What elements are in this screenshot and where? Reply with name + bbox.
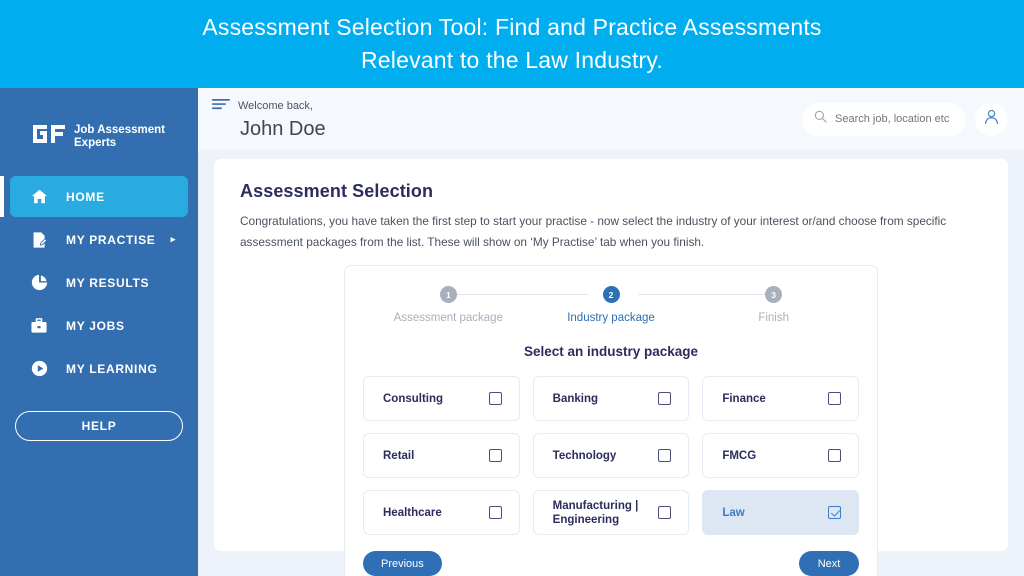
sidebar-nav: HOME MY PRACTISE ▸ MY RESULTS MY JOBS MY… [0,176,198,389]
sidebar-item-my-practise[interactable]: MY PRACTISE ▸ [0,219,198,260]
step-label-1: Assessment package [393,312,503,324]
sidebar: Job Assessment Experts HOME MY PRACTISE … [0,88,198,576]
industry-checkbox-checked[interactable] [828,506,841,519]
user-avatar-icon [983,108,1000,130]
stepper-step-finish[interactable]: 3 Finish [692,286,855,324]
industry-tile-healthcare[interactable]: Healthcare [363,490,520,535]
industry-tile-label: FMCG [722,449,757,462]
banner-line-1: Assessment Selection Tool: Find and Prac… [202,14,822,40]
page-banner: Assessment Selection Tool: Find and Prac… [0,0,1024,88]
sidebar-item-my-results-label: MY RESULTS [66,275,150,290]
industry-checkbox[interactable] [828,449,841,462]
sidebar-item-my-learning-label: MY LEARNING [66,361,158,376]
header-actions [802,102,1008,136]
industry-checkbox[interactable] [658,506,672,519]
chevron-right-icon: ▸ [170,234,176,244]
top-header: Welcome back, John Doe [198,88,1024,150]
sidebar-item-my-jobs-label: MY JOBS [66,318,125,333]
industry-tile-consulting[interactable]: Consulting [363,376,520,421]
industry-tile-label: Consulting [383,392,444,405]
step-number-3: 3 [765,286,783,303]
wizard-stepper: 1 Assessment package 2 Industry package … [363,286,859,324]
next-button[interactable]: Next [799,551,859,576]
search-box[interactable] [802,102,966,136]
industry-tile-manufacturing-engineering[interactable]: Manufacturing | Engineering [532,490,690,535]
stepper-step-assessment-package[interactable]: 1 Assessment package [367,286,530,324]
brand-logo[interactable]: Job Assessment Experts [0,104,198,160]
industry-tile-label: Manufacturing | Engineering [552,499,639,526]
sidebar-item-home-label: HOME [66,189,105,204]
wizard-actions: Previous Next [363,551,859,576]
banner-line-2: Relevant to the Law Industry. [361,47,663,73]
app-shell: Job Assessment Experts HOME MY PRACTISE … [0,88,1024,576]
step-number-1: 1 [439,286,457,303]
welcome-label: Welcome back, [238,99,313,112]
industry-checkbox[interactable] [658,449,672,462]
assessment-selection-panel: Assessment Selection Congratulations, yo… [214,159,1008,576]
step-label-2: Industry package [567,312,655,324]
industry-tile-label: Finance [722,392,766,405]
hamburger-icon[interactable] [212,97,230,115]
edit-document-icon [29,230,49,250]
page-description: Congratulations, you have taken the firs… [240,214,947,249]
welcome-block: Welcome back, John Doe [212,97,326,142]
page-title: Assessment Selection [240,181,434,201]
pie-chart-icon [29,273,49,293]
home-icon [29,187,49,207]
select-industry-heading: Select an industry package [523,344,699,359]
industry-grid: Consulting Banking Finance Retail Techno… [363,376,859,535]
search-input[interactable] [835,113,957,125]
industry-checkbox[interactable] [658,392,672,405]
sidebar-item-my-practise-label: MY PRACTISE [66,232,156,247]
industry-tile-fmcg[interactable]: FMCG [702,433,859,478]
play-circle-icon [29,359,49,379]
industry-tile-label: Retail [383,449,415,462]
industry-wizard-card: 1 Assessment package 2 Industry package … [344,265,878,576]
step-label-3: Finish [758,312,790,324]
industry-tile-label: Banking [552,392,599,405]
welcome-row: Welcome back, [212,97,326,115]
industry-tile-retail[interactable]: Retail [363,433,520,478]
brand-name: Job Assessment Experts [74,123,165,149]
industry-tile-banking[interactable]: Banking [532,376,690,421]
industry-tile-finance[interactable]: Finance [702,376,859,421]
industry-tile-label: Law [722,506,745,519]
user-name: John Doe [240,117,326,140]
sidebar-item-my-jobs[interactable]: MY JOBS [0,305,198,346]
help-button[interactable]: HELP [15,411,183,441]
sidebar-item-home[interactable]: HOME [0,176,188,217]
industry-tile-label: Technology [552,449,617,462]
banner-text: Assessment Selection Tool: Find and Prac… [202,11,821,77]
industry-tile-technology[interactable]: Technology [532,433,690,478]
briefcase-icon [29,316,49,336]
sidebar-item-my-results[interactable]: MY RESULTS [0,262,198,303]
industry-tile-law[interactable]: Law [702,490,859,535]
gf-logo-icon [32,124,66,149]
step-number-2: 2 [602,286,620,303]
stepper-step-industry-package[interactable]: 2 Industry package [530,286,693,324]
content-column: Welcome back, John Doe Search job, locat… [198,88,1024,576]
industry-checkbox[interactable] [488,506,502,519]
previous-button[interactable]: Previous [363,551,442,576]
industry-checkbox[interactable] [828,392,841,405]
avatar[interactable] [975,102,1008,136]
main-content: Assessment Selection Congratulations, yo… [198,150,1024,576]
sidebar-item-my-learning[interactable]: MY LEARNING [0,348,198,389]
industry-tile-label: Healthcare [383,506,442,519]
industry-checkbox[interactable] [488,392,502,405]
search-icon [814,110,827,128]
industry-checkbox[interactable] [488,449,502,462]
